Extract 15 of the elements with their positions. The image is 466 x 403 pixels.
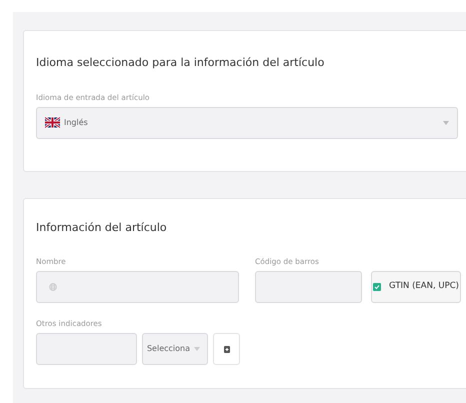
language-select[interactable]: Inglés <box>36 106 458 139</box>
flag-icon <box>45 117 60 128</box>
checkbox[interactable] <box>373 282 382 291</box>
globe-icon <box>49 282 57 291</box>
dropdown-arrow-icon <box>194 347 200 351</box>
indicator-field[interactable] <box>36 333 137 365</box>
indicator-select[interactable]: Selecciona <box>142 333 208 365</box>
add-button[interactable] <box>213 333 240 365</box>
section-title: Información del artículo <box>36 220 167 236</box>
barcode-field[interactable] <box>255 270 362 303</box>
dropdown-arrow-icon <box>443 120 449 125</box>
gtin-toggle[interactable]: GTIN (EAN, UPC) <box>371 270 461 303</box>
plus-icon <box>224 346 230 352</box>
name-field[interactable] <box>36 270 239 303</box>
section-title: Idioma seleccionado para la información del artículo <box>36 55 324 71</box>
